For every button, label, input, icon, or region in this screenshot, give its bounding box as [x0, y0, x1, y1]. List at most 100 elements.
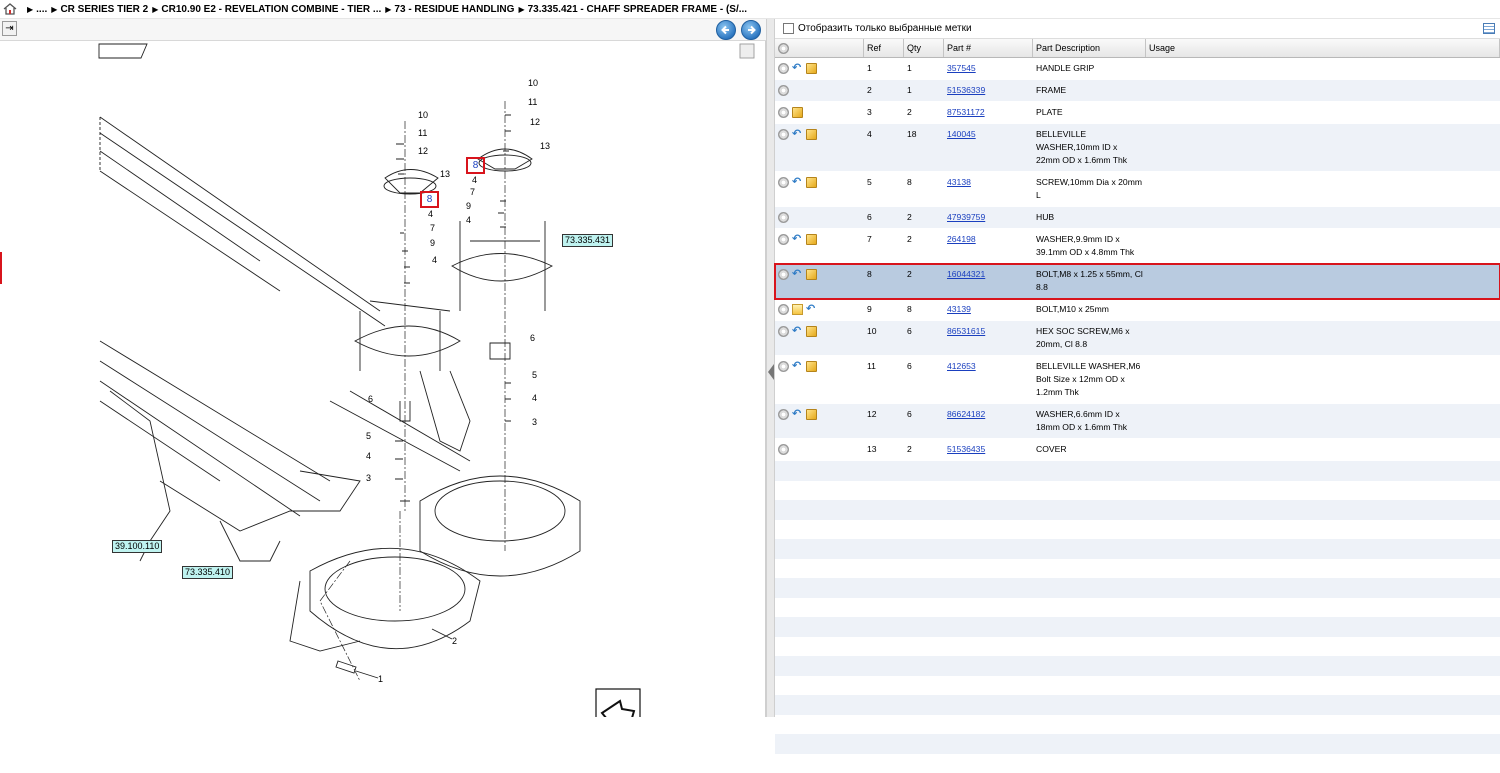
ref-cell: 6	[864, 207, 904, 228]
table-row[interactable]: 13251536435COVER	[775, 439, 1500, 461]
grid-view-icon[interactable]	[1483, 23, 1495, 34]
box-icon[interactable]	[806, 234, 817, 245]
description-cell: COVER	[1033, 439, 1146, 460]
table-row[interactable]: 2151536339FRAME	[775, 80, 1500, 102]
part-number-link[interactable]: 43138	[947, 177, 971, 187]
callout-reference[interactable]: 73.335.431	[562, 234, 613, 247]
part-number-link[interactable]: 412653	[947, 361, 976, 371]
drawing-panel: ⇥	[0, 19, 766, 717]
empty-row	[775, 715, 1500, 735]
table-row[interactable]: ↶10686531615HEX SOC SCREW,M6 x 20mm, Cl …	[775, 321, 1500, 356]
plus-icon[interactable]	[778, 43, 789, 54]
part-number-cell: 43139	[944, 299, 1033, 320]
undo-icon[interactable]: ↶	[792, 361, 803, 372]
plus-icon[interactable]	[778, 234, 789, 245]
box-icon[interactable]	[806, 361, 817, 372]
box-icon[interactable]	[792, 107, 803, 118]
forward-button[interactable]	[741, 20, 761, 40]
box-icon[interactable]	[806, 269, 817, 280]
box-icon[interactable]	[806, 409, 817, 420]
part-number-link[interactable]: 87531172	[947, 107, 985, 117]
plus-icon[interactable]	[778, 269, 789, 280]
undo-icon[interactable]: ↶	[792, 409, 803, 420]
plus-icon[interactable]	[778, 409, 789, 420]
part-number-link[interactable]: 51536435	[947, 444, 985, 454]
part-number-link[interactable]: 86531615	[947, 326, 985, 336]
plus-icon[interactable]	[778, 177, 789, 188]
plus-icon[interactable]	[778, 129, 789, 140]
box-icon[interactable]	[806, 129, 817, 140]
part-number-link[interactable]: 140045	[947, 129, 976, 139]
drawing-label: 4	[366, 451, 371, 461]
back-button[interactable]	[716, 20, 736, 40]
plus-icon[interactable]	[778, 361, 789, 372]
undo-icon[interactable]: ↶	[792, 326, 803, 337]
row-actions: ↶	[775, 356, 864, 403]
table-row-selected[interactable]: ↶8216044321BOLT,M8 x 1.25 x 55mm, Cl 8.8	[775, 264, 1500, 299]
column-part-number[interactable]: Part #	[944, 39, 1033, 57]
ref-cell: 1	[864, 58, 904, 79]
table-row[interactable]: ↶72264198WASHER,9.9mm ID x 39.1mm OD x 4…	[775, 229, 1500, 264]
breadcrumb-item[interactable]: 73 - RESIDUE HANDLING	[394, 4, 514, 15]
plus-icon[interactable]	[778, 326, 789, 337]
column-ref[interactable]: Ref	[864, 39, 904, 57]
undo-icon[interactable]: ↶	[792, 269, 803, 280]
part-number-link[interactable]: 47939759	[947, 212, 985, 222]
table-row[interactable]: ↶11357545HANDLE GRIP	[775, 58, 1500, 80]
undo-icon[interactable]: ↶	[806, 304, 817, 315]
part-number-link[interactable]: 264198	[947, 234, 976, 244]
plus-icon[interactable]	[778, 107, 789, 118]
column-qty[interactable]: Qty	[904, 39, 944, 57]
table-row[interactable]: ↶116412653BELLEVILLE WASHER,M6 Bolt Size…	[775, 356, 1500, 404]
part-number-cell: 43138	[944, 172, 1033, 206]
table-row[interactable]: ↶5843138SCREW,10mm Dia x 20mm L	[775, 172, 1500, 207]
plus-icon[interactable]	[778, 63, 789, 74]
home-icon[interactable]	[3, 3, 17, 15]
ref-cell: 9	[864, 299, 904, 320]
doc-icon[interactable]	[792, 304, 803, 315]
undo-icon[interactable]: ↶	[792, 63, 803, 74]
plus-icon[interactable]	[778, 304, 789, 315]
description-cell: FRAME	[1033, 80, 1146, 101]
part-number-link[interactable]: 16044321	[947, 269, 985, 279]
show-selected-checkbox[interactable]	[783, 23, 794, 34]
panel-splitter[interactable]	[766, 19, 775, 717]
undo-icon[interactable]: ↶	[792, 177, 803, 188]
table-row[interactable]: ↶9843139BOLT,M10 x 25mm	[775, 299, 1500, 321]
column-usage[interactable]: Usage	[1146, 39, 1500, 57]
callout-reference[interactable]: 73.335.410	[182, 566, 233, 579]
show-selected-label[interactable]: Отобразить только выбранные метки	[798, 23, 972, 34]
box-icon[interactable]	[806, 177, 817, 188]
breadcrumb-item[interactable]: CR SERIES TIER 2	[60, 4, 148, 15]
exploded-parts-drawing[interactable]: 10 11 12 13 10 11 12 13 4 7 9 4 4 7 9 4 …	[0, 41, 766, 717]
undo-icon[interactable]: ↶	[792, 129, 803, 140]
table-row[interactable]: ↶12686624182WASHER,6.6mm ID x 18mm OD x …	[775, 404, 1500, 439]
box-icon[interactable]	[806, 63, 817, 74]
breadcrumb-item-current[interactable]: 73.335.421 - CHAFF SPREADER FRAME - (S/.…	[528, 4, 748, 15]
ref-cell: 3	[864, 102, 904, 123]
breadcrumb-item[interactable]: CR10.90 E2 - REVELATION COMBINE - TIER .…	[161, 4, 381, 15]
drawing-toolbar: ⇥	[0, 19, 766, 41]
export-icon[interactable]: ⇥	[2, 21, 17, 36]
drawing-label: 11	[528, 97, 537, 107]
part-number-link[interactable]: 43139	[947, 304, 971, 314]
part-number-link[interactable]: 86624182	[947, 409, 985, 419]
drawing-label: 4	[472, 175, 477, 185]
selected-part-marker[interactable]: 8	[420, 191, 439, 208]
table-row[interactable]: 3287531172PLATE	[775, 102, 1500, 124]
undo-icon[interactable]: ↶	[792, 234, 803, 245]
breadcrumb-item[interactable]: ....	[36, 4, 47, 15]
part-number-link[interactable]: 51536339	[947, 85, 985, 95]
box-icon[interactable]	[806, 326, 817, 337]
column-description[interactable]: Part Description	[1033, 39, 1146, 57]
drawing-label: 7	[430, 223, 435, 233]
plus-icon[interactable]	[778, 212, 789, 223]
collapse-arrow-icon[interactable]	[768, 364, 774, 380]
callout-reference[interactable]: 39.100.110	[112, 540, 162, 553]
selected-part-marker[interactable]: 8	[466, 157, 485, 174]
table-row[interactable]: ↶418140045BELLEVILLE WASHER,10mm ID x 22…	[775, 124, 1500, 172]
table-row[interactable]: 6247939759HUB	[775, 207, 1500, 229]
part-number-link[interactable]: 357545	[947, 63, 976, 73]
plus-icon[interactable]	[778, 444, 789, 455]
plus-icon[interactable]	[778, 85, 789, 96]
